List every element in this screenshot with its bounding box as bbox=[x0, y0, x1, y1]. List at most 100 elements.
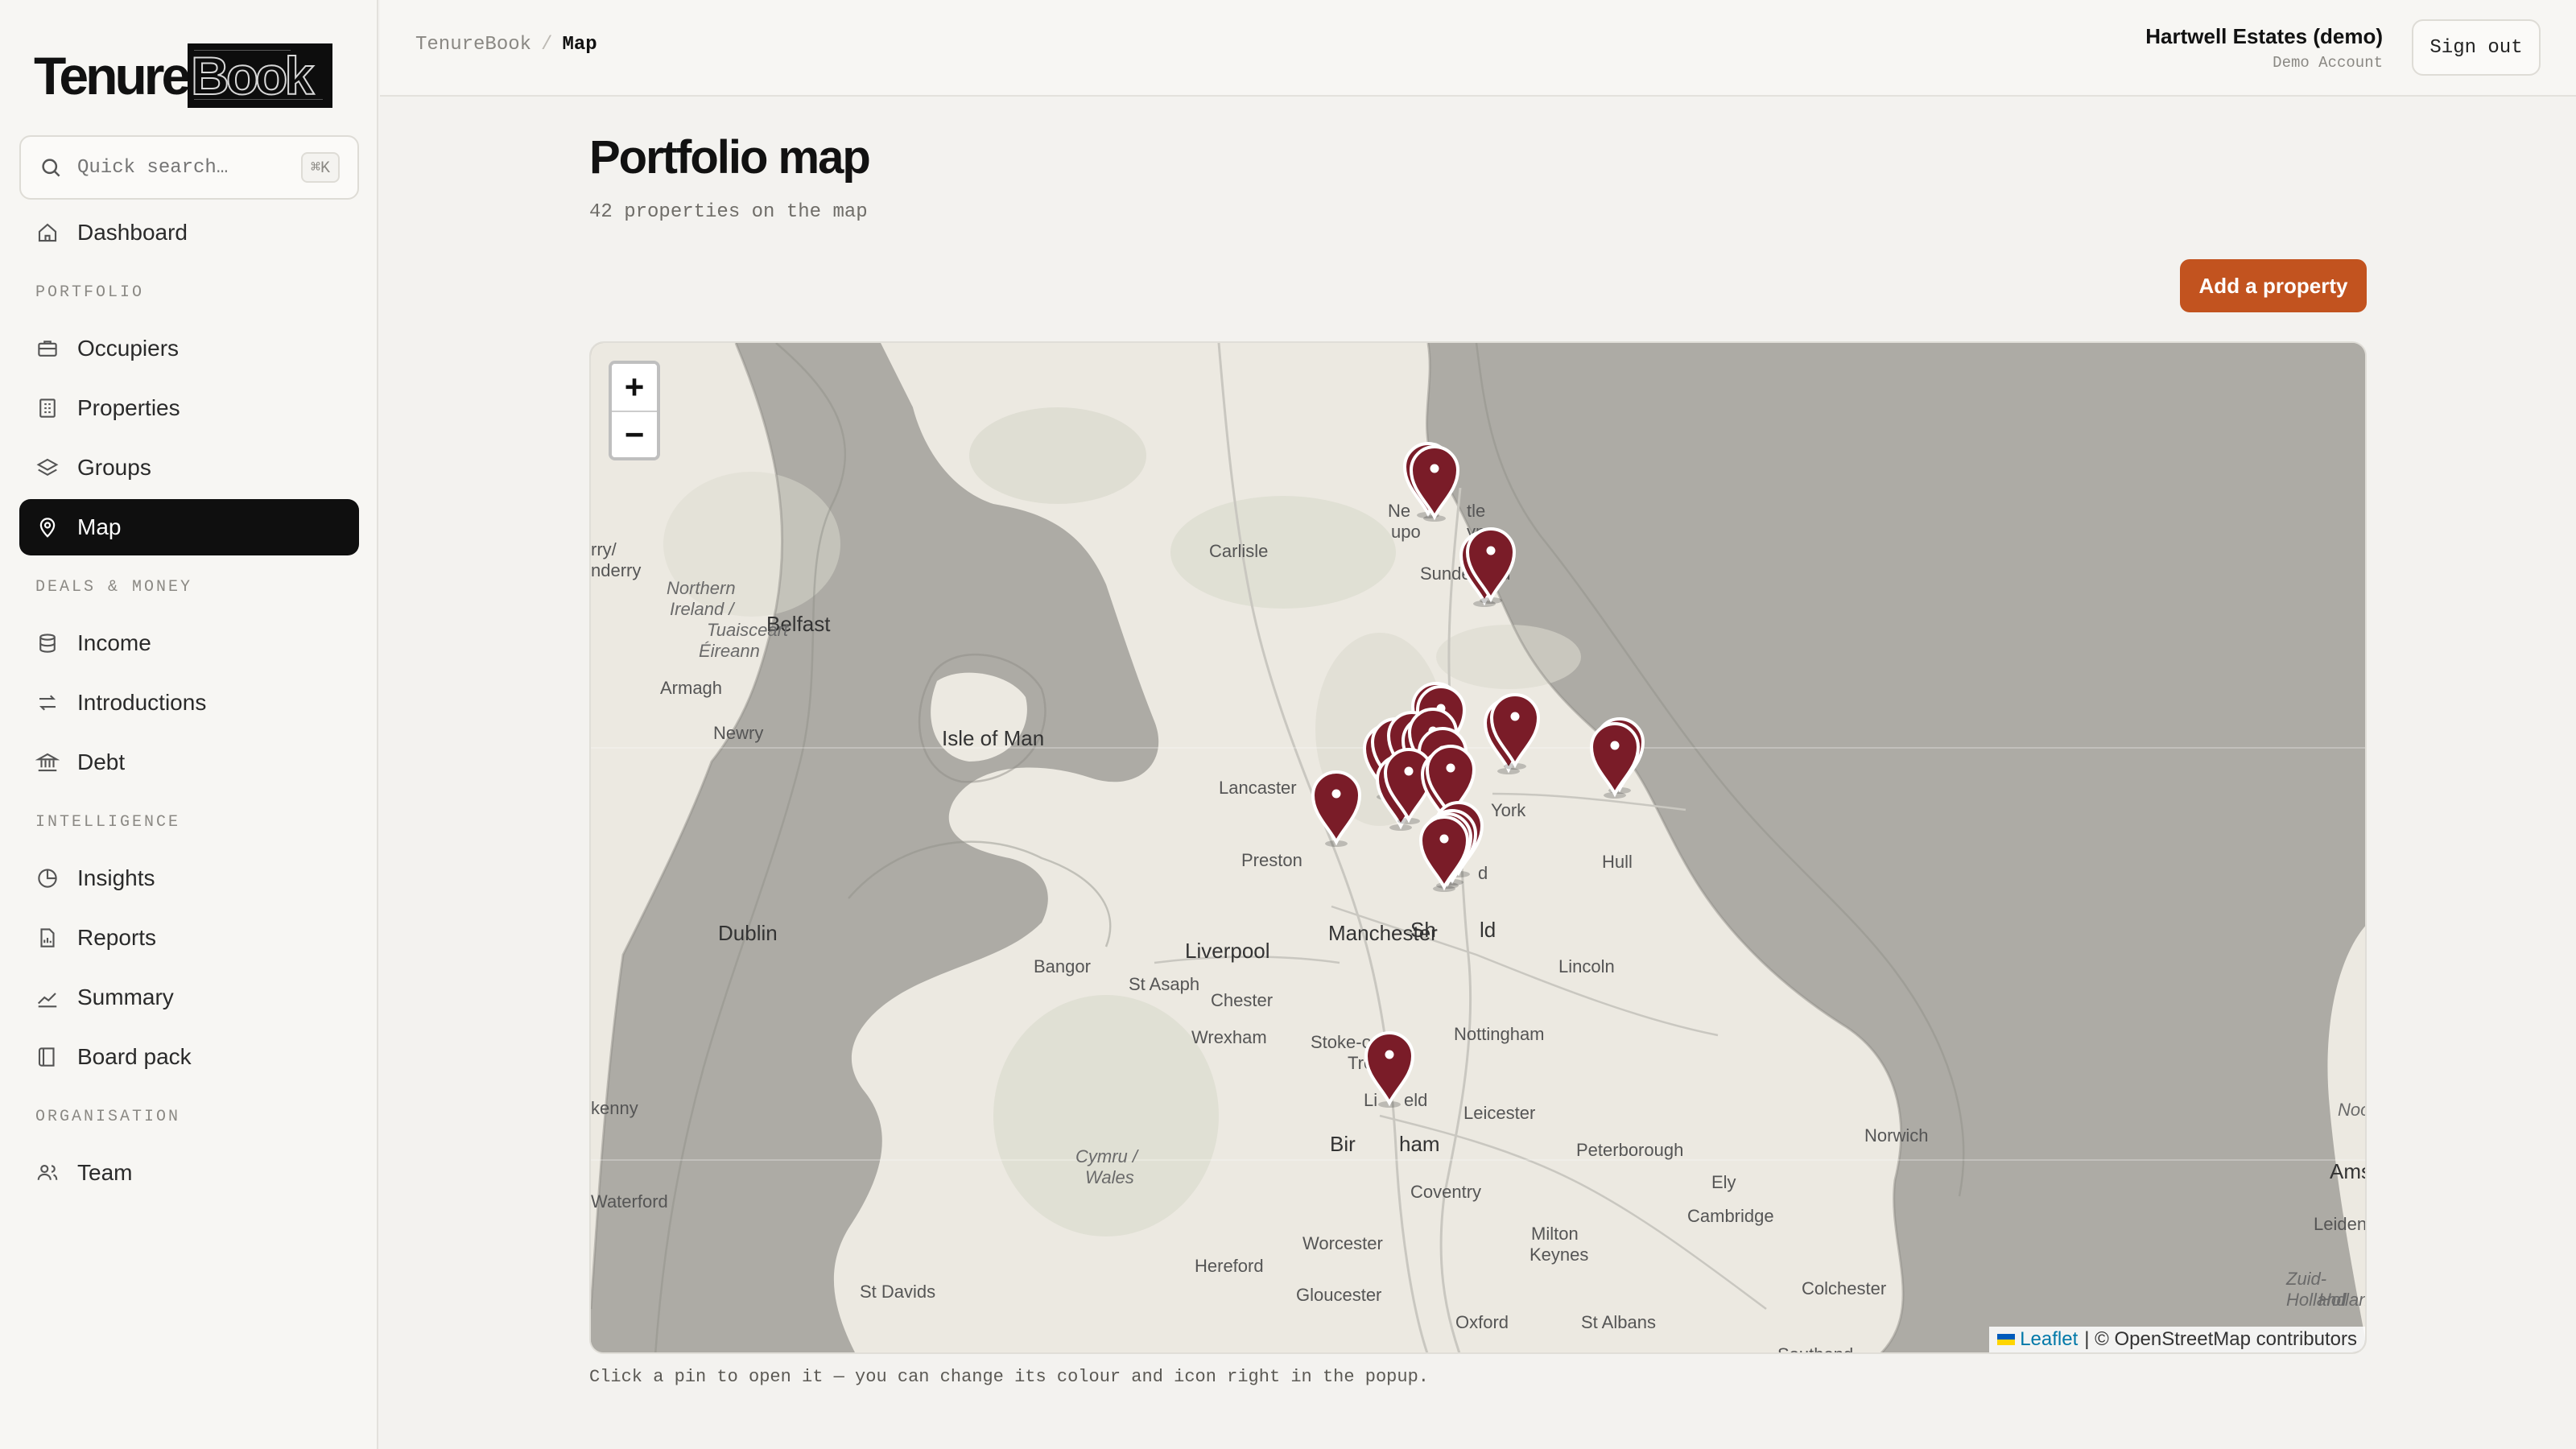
brand-logo[interactable]: Tenure Book bbox=[34, 42, 333, 109]
map-label-nottingham: Nottingham bbox=[1454, 1024, 1545, 1044]
map-label-milton-keynes: Milton bbox=[1531, 1224, 1579, 1244]
map-label-york: York bbox=[1491, 800, 1526, 820]
map-label-hull: Hull bbox=[1602, 852, 1633, 872]
map-label-worcester: Worcester bbox=[1302, 1233, 1383, 1253]
map-label-armagh: Armagh bbox=[660, 678, 723, 698]
sidebar-item-summary[interactable]: Summary bbox=[19, 969, 359, 1026]
zoom-in-button[interactable]: + bbox=[612, 364, 657, 411]
property-map-pin[interactable] bbox=[1308, 768, 1364, 848]
map-label-sheffield: ld bbox=[1480, 918, 1496, 942]
sidebar-item-properties[interactable]: Properties bbox=[19, 380, 359, 436]
sidebar-item-label: Map bbox=[77, 514, 122, 539]
map-label-norwich: Norwich bbox=[1864, 1125, 1929, 1146]
search-input[interactable] bbox=[77, 156, 270, 179]
sidebar-item-label: Introductions bbox=[77, 690, 207, 715]
arrows-swap-icon bbox=[39, 695, 56, 711]
property-map-pin[interactable] bbox=[1587, 720, 1643, 800]
property-map-pin[interactable] bbox=[1406, 443, 1463, 523]
map-label-leicester: Leicester bbox=[1463, 1103, 1536, 1123]
map-label-sheffield: Sh bbox=[1410, 918, 1436, 942]
sidebar-item-label: Income bbox=[77, 630, 151, 655]
nav-section-deals: DEALS & MONEY bbox=[35, 577, 193, 597]
brand-word-book-box: Book bbox=[188, 43, 333, 108]
map-label-colchester: Colchester bbox=[1802, 1278, 1887, 1298]
sidebar-item-label: Debt bbox=[77, 749, 126, 774]
map-label-coventry: Coventry bbox=[1410, 1182, 1482, 1202]
map-label-amsterdam: Ams bbox=[2330, 1159, 2365, 1183]
map-label-st-davids: St Davids bbox=[860, 1282, 936, 1302]
brand-word-book: Book bbox=[190, 46, 315, 105]
ukraine-flag-icon bbox=[1997, 1334, 2016, 1345]
search-shortcut-badge: ⌘K bbox=[300, 152, 340, 183]
breadcrumb-separator: / bbox=[541, 34, 553, 56]
map-label-preston: Preston bbox=[1241, 850, 1302, 870]
sidebar-item-label: Board pack bbox=[77, 1044, 192, 1069]
breadcrumb: TenureBook / Map bbox=[415, 34, 597, 56]
sidebar-item-debt[interactable]: Debt bbox=[19, 734, 359, 791]
brand-word-tenure: Tenure bbox=[34, 46, 191, 105]
quick-search[interactable]: ⌘K bbox=[19, 135, 359, 200]
map-label-wrexham: Wrexham bbox=[1191, 1027, 1267, 1047]
map-label-hereford: Hereford bbox=[1195, 1256, 1264, 1276]
sidebar-item-income[interactable]: Income bbox=[19, 615, 359, 671]
map-label-liverpool: Liverpool bbox=[1185, 939, 1270, 963]
sidebar-item-reports[interactable]: Reports bbox=[19, 910, 359, 966]
property-map-pin[interactable] bbox=[1487, 691, 1543, 771]
sign-out-button[interactable]: Sign out bbox=[2412, 19, 2541, 76]
bank-icon bbox=[35, 753, 60, 772]
trend-line-icon bbox=[37, 993, 57, 1008]
account-info: Hartwell Estates (demo) Demo Account bbox=[2145, 24, 2383, 72]
map-label-milton-keynes: Keynes bbox=[1530, 1245, 1589, 1265]
map-label-lancaster: Lancaster bbox=[1219, 778, 1297, 798]
account-type: Demo Account bbox=[2273, 54, 2383, 72]
sidebar-nav: Dashboard PORTFOLIO Occupiers Properties… bbox=[19, 204, 359, 1204]
nav-section-portfolio: PORTFOLIO bbox=[35, 283, 145, 302]
map-label-northern-ireland: Ireland / bbox=[670, 599, 734, 619]
map-label-derry: rry/ bbox=[591, 539, 617, 559]
map-label-birmingham: ham bbox=[1399, 1132, 1440, 1156]
page-title: Portfolio map bbox=[589, 131, 871, 184]
building-icon bbox=[39, 398, 56, 418]
nav-section-intelligence: INTELLIGENCE bbox=[35, 812, 181, 832]
sidebar-item-introductions[interactable]: Introductions bbox=[19, 675, 359, 731]
add-property-button[interactable]: Add a property bbox=[2180, 259, 2367, 312]
leaflet-link[interactable]: Leaflet bbox=[2020, 1328, 2078, 1351]
top-bar: TenureBook / Map Hartwell Estates (demo) D… bbox=[380, 0, 2576, 97]
pie-chart-icon bbox=[38, 869, 57, 888]
map-label-bangor: Bangor bbox=[1034, 956, 1091, 976]
map-label-southend: Southend bbox=[1777, 1344, 1853, 1352]
sidebar-item-label: Occupiers bbox=[77, 336, 180, 361]
map-label-newcastle: upo bbox=[1391, 522, 1421, 542]
sidebar-item-team[interactable]: Team bbox=[19, 1145, 359, 1201]
sidebar-item-label: Dashboard bbox=[77, 220, 188, 245]
report-icon bbox=[40, 928, 55, 947]
map-label-st-albans: St Albans bbox=[1581, 1312, 1656, 1332]
search-icon bbox=[42, 159, 60, 177]
sidebar-item-label: Groups bbox=[77, 455, 151, 480]
map-label-waterford: Waterford bbox=[591, 1191, 668, 1212]
sidebar-item-groups[interactable]: Groups bbox=[19, 440, 359, 496]
map-label-chester: Chester bbox=[1211, 990, 1274, 1010]
map-label-birmingham: Bir bbox=[1330, 1132, 1356, 1156]
portfolio-map[interactable]: Ne tle upo yne Sunderland Carlisle Belfa… bbox=[589, 341, 2367, 1354]
property-map-pin[interactable] bbox=[1361, 1029, 1418, 1109]
sidebar-item-board-pack[interactable]: Board pack bbox=[19, 1029, 359, 1085]
property-map-pin[interactable] bbox=[1463, 525, 1519, 605]
users-icon bbox=[37, 1164, 58, 1180]
map-label-noord: Noo bbox=[2338, 1100, 2365, 1120]
sidebar-item-map[interactable]: Map bbox=[19, 499, 359, 555]
zoom-out-button[interactable]: − bbox=[612, 411, 657, 457]
book-icon bbox=[38, 1047, 55, 1067]
sidebar-item-insights[interactable]: Insights bbox=[19, 850, 359, 906]
map-label-derry: nderry bbox=[591, 560, 642, 580]
sidebar-item-occupiers[interactable]: Occupiers bbox=[19, 320, 359, 377]
map-label-newry: Newry bbox=[713, 723, 764, 743]
sidebar-item-label: Properties bbox=[77, 395, 180, 420]
page-subtitle: 42 properties on the map bbox=[589, 201, 868, 223]
property-map-pin[interactable] bbox=[1416, 813, 1472, 894]
home-icon bbox=[38, 223, 57, 242]
map-pin-icon bbox=[39, 518, 56, 538]
breadcrumb-root[interactable]: TenureBook bbox=[415, 34, 531, 56]
sidebar-item-dashboard[interactable]: Dashboard bbox=[19, 204, 359, 261]
map-label-leiden: Leiden bbox=[2314, 1214, 2367, 1234]
